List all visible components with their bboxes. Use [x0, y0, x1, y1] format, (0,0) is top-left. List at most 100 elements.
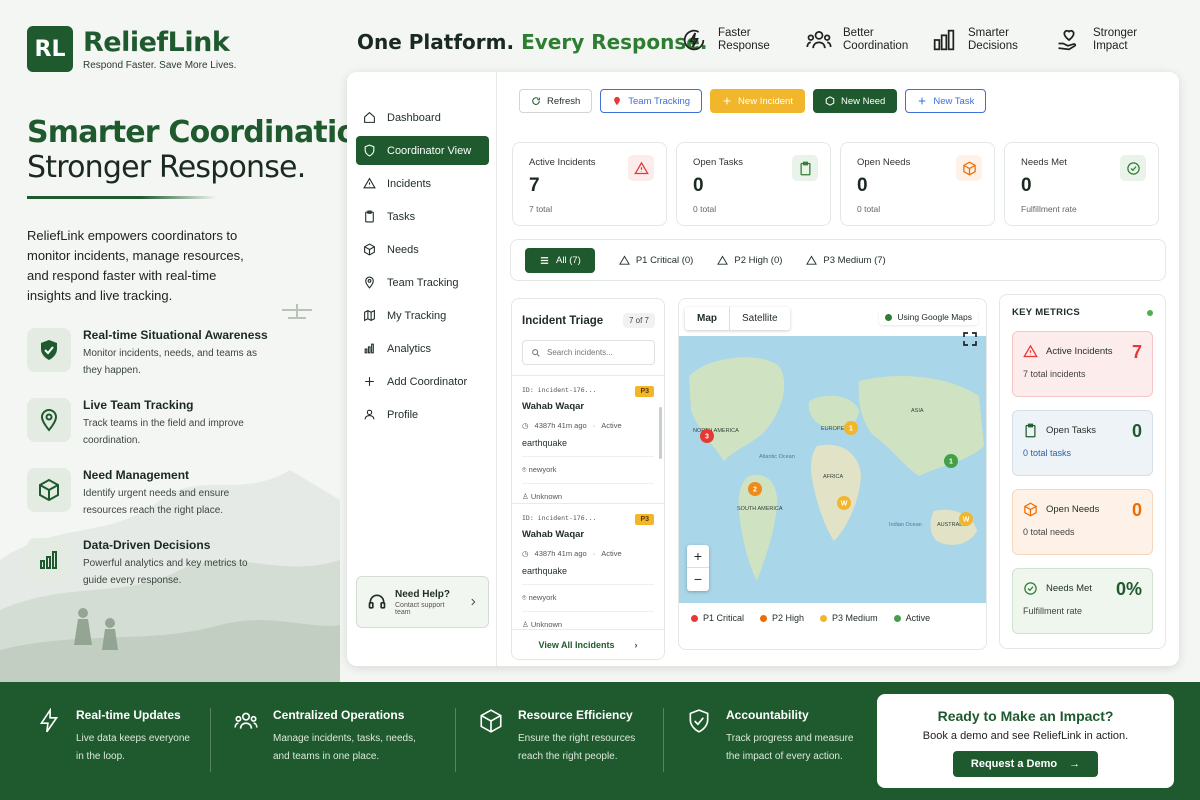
sidebar-item-incidents[interactable]: Incidents — [356, 169, 489, 198]
incident-card[interactable]: ID: incident-176... P3 Wahab Waqar ◷ 438… — [512, 375, 664, 503]
bar-chart-icon — [933, 29, 955, 51]
sidebar-item-label: Add Coordinator — [387, 375, 468, 388]
metric-label: Active Incidents — [1046, 346, 1113, 357]
plus-icon — [365, 377, 374, 386]
metric-open-needs[interactable]: Open Needs 0 0 total needs — [1012, 489, 1153, 555]
stat-icon-box — [956, 155, 982, 181]
sidebar-item-profile[interactable]: Profile — [356, 400, 489, 429]
view-all-label: View All Incidents — [538, 639, 615, 650]
incident-name: Wahab Waqar — [522, 401, 585, 412]
map-marker[interactable]: W — [959, 512, 973, 526]
button-label: New Incident — [738, 95, 793, 107]
metric-active-incidents[interactable]: Active Incidents 7 7 total incidents — [1012, 331, 1153, 397]
stat-icon-box — [792, 155, 818, 181]
tab-satellite[interactable]: Satellite — [730, 307, 790, 330]
team-icon — [806, 30, 832, 49]
zoom-in-button[interactable]: + — [687, 545, 709, 568]
top-feature-response: Faster Response — [680, 26, 805, 54]
stat-card-active-incidents[interactable]: Active Incidents 7 7 total — [512, 142, 667, 226]
button-label: Refresh — [547, 95, 581, 107]
footer-feature-line1: Live data keeps everyone — [76, 733, 190, 744]
map-marker[interactable]: 1 — [944, 454, 958, 468]
triage-search — [522, 340, 655, 365]
sidebar-item-coordinator-view[interactable]: Coordinator View — [356, 136, 489, 165]
triage-scrollbar[interactable] — [659, 407, 662, 459]
sidebar-item-add-coordinator[interactable]: Add Coordinator — [356, 367, 489, 396]
metric-sub: 0 total needs — [1023, 527, 1075, 537]
feature-icon-box — [27, 328, 71, 372]
hero-title-line2: Stronger Response. — [27, 150, 306, 185]
filter-all[interactable]: All (7) — [525, 247, 595, 273]
team-tracking-button[interactable]: Team Tracking — [600, 89, 703, 113]
sidebar-nav: Dashboard Coordinator View Incidents Tas… — [356, 103, 489, 433]
legend-dot — [760, 614, 768, 622]
arrow-right-icon: → — [1069, 758, 1081, 770]
metric-label: Needs Met — [1046, 583, 1092, 594]
world-map[interactable]: NORTH AMERICA EUROPE ASIA AFRICA SOUTH A… — [679, 336, 987, 603]
feature-desc: Track teams in the field and improve coo… — [83, 418, 244, 446]
fullscreen-icon[interactable] — [962, 331, 978, 347]
list-icon — [540, 256, 549, 264]
tab-map[interactable]: Map — [685, 307, 730, 330]
metrics-header: KEY METRICS — [1012, 307, 1153, 318]
search-input[interactable] — [547, 348, 647, 357]
filter-p1-critical[interactable]: P1 Critical (0) — [618, 255, 693, 266]
map-type-tabs: Map Satellite — [685, 307, 790, 330]
stat-card-open-needs[interactable]: Open Needs 0 0 total — [840, 142, 995, 226]
location-pin-icon: ⌾ — [522, 465, 527, 474]
footer-feature: Resource Efficiency Ensure the right reso… — [478, 708, 664, 772]
metric-label: Open Needs — [1046, 504, 1100, 515]
legend-dot — [893, 614, 901, 622]
help-card[interactable]: Need Help? Contact support team — [356, 576, 489, 628]
new-incident-button[interactable]: New Incident — [710, 89, 805, 113]
feature-item: Live Team Tracking Track teams in the fie… — [27, 398, 307, 446]
legend-label: P3 Medium — [832, 613, 878, 623]
stat-card-open-tasks[interactable]: Open Tasks 0 0 total — [676, 142, 831, 226]
stat-card-needs-met[interactable]: Needs Met 0 Fulfillment rate — [1004, 142, 1159, 226]
footer-feature: Accountability Track progress and measure… — [686, 708, 876, 772]
new-task-button[interactable]: New Task — [905, 89, 987, 113]
box-icon — [962, 161, 976, 175]
incident-card[interactable]: ID: incident-176... P3 Wahab Waqar ◷ 438… — [512, 503, 664, 631]
sidebar-item-needs[interactable]: Needs — [356, 235, 489, 264]
sidebar-item-tasks[interactable]: Tasks — [356, 202, 489, 231]
filter-p3-medium[interactable]: P3 Medium (7) — [806, 255, 886, 266]
sidebar-item-my-tracking[interactable]: My Tracking — [356, 301, 489, 330]
plus-icon — [918, 97, 926, 105]
filter-p2-high[interactable]: P2 High (0) — [717, 255, 782, 266]
request-demo-button[interactable]: Request a Demo → — [952, 751, 1099, 777]
footer-feature-title: Real-time Updates — [76, 708, 181, 722]
map-label-europe: EUROPE — [821, 426, 845, 432]
footer-feature-title: Accountability — [726, 708, 809, 722]
toolbar: Refresh Team Tracking New Incident New N… — [519, 89, 987, 113]
zoom-controls: + − — [687, 545, 709, 591]
map-marker[interactable]: 2 — [748, 482, 762, 496]
sidebar-item-dashboard[interactable]: Dashboard — [356, 103, 489, 132]
stat-sub: Fulfillment rate — [1021, 204, 1077, 214]
refresh-button[interactable]: Refresh — [519, 89, 593, 113]
map-marker[interactable]: 1 — [844, 421, 858, 435]
sidebar-item-team-tracking[interactable]: Team Tracking — [356, 268, 489, 297]
stat-sub: 7 total — [529, 204, 553, 214]
view-all-incidents-link[interactable]: View All Incidents › — [512, 629, 664, 659]
new-need-button[interactable]: New Need — [812, 89, 898, 113]
headline-part1: One Platform. — [357, 30, 515, 54]
box-icon — [364, 243, 375, 256]
metric-needs-met[interactable]: Needs Met 0% Fulfillment rate — [1012, 568, 1153, 634]
map-marker[interactable]: 3 — [700, 429, 714, 443]
hero-title: Smarter Coordination. Stronger Response. — [27, 115, 388, 185]
map-legend: P1 Critical P2 High P3 Medium Active — [691, 613, 930, 623]
warning-icon — [633, 161, 649, 174]
sidebar-item-analytics[interactable]: Analytics — [356, 334, 489, 363]
footer-features: Real-time Updates Live data keeps everyon… — [36, 708, 898, 772]
status-dot — [885, 313, 893, 321]
map-marker[interactable]: W — [837, 496, 851, 510]
marker-label: W — [963, 517, 970, 524]
check-circle-icon — [1126, 161, 1140, 175]
zoom-out-button[interactable]: − — [687, 568, 709, 591]
metric-open-tasks[interactable]: Open Tasks 0 0 total tasks — [1012, 410, 1153, 476]
plus-icon — [723, 97, 731, 105]
top-feature-line2: Decisions — [968, 40, 1018, 52]
legend-item: Active — [893, 613, 930, 623]
footer-feature-line2: the impact of every action. — [726, 751, 843, 762]
